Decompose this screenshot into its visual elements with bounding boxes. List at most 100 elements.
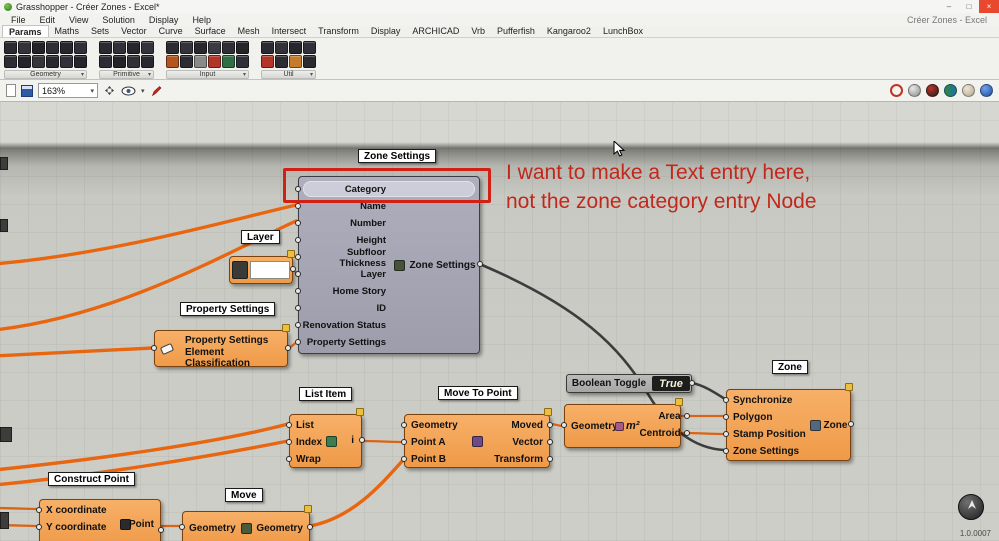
wire[interactable]	[0, 506, 40, 511]
param-row[interactable]: X coordinate	[36, 502, 114, 519]
component-icon[interactable]	[46, 41, 59, 54]
wire[interactable]	[360, 439, 405, 444]
param-row[interactable]: List	[286, 417, 330, 434]
ribbon-tab[interactable]: Mesh	[232, 25, 266, 37]
move-to-point-node[interactable]: Geometry Moved Point A Vector Point B Tr…	[401, 408, 553, 468]
input-port[interactable]	[179, 524, 185, 530]
group-label[interactable]: Geometry ▾	[4, 70, 87, 79]
component-icon[interactable]	[222, 55, 235, 68]
component-icon[interactable]	[60, 55, 73, 68]
menu-item[interactable]: Edit	[33, 15, 63, 25]
ribbon-tab[interactable]: ARCHICAD	[406, 25, 465, 37]
boolean-toggle-value[interactable]: True	[652, 376, 690, 391]
output-port[interactable]	[683, 412, 690, 419]
display-neutral-icon[interactable]	[962, 84, 975, 97]
component-icon[interactable]	[46, 55, 59, 68]
input-port[interactable]	[295, 321, 301, 328]
wire[interactable]	[0, 422, 290, 472]
ribbon-tab[interactable]: Maths	[49, 25, 86, 37]
input-port[interactable]	[286, 421, 292, 428]
menu-item[interactable]: Help	[185, 15, 218, 25]
component-icon[interactable]	[18, 55, 31, 68]
output-port[interactable]	[158, 527, 164, 533]
grasshopper-canvas[interactable]: Zone Settings Layer Property Settings Li…	[0, 102, 999, 541]
display-green-blue-icon[interactable]	[944, 84, 957, 97]
canvas-compass[interactable]	[958, 494, 984, 520]
output-port[interactable]	[307, 524, 313, 530]
menu-item[interactable]: View	[62, 15, 95, 25]
display-rendered-icon[interactable]	[926, 84, 939, 97]
param-row[interactable]: Synchronize	[723, 392, 807, 409]
output-port[interactable]	[689, 379, 695, 386]
move-to-point-tag[interactable]: Move To Point	[438, 386, 518, 400]
component-icon[interactable]	[194, 55, 207, 68]
output-port[interactable]	[547, 455, 553, 462]
input-port[interactable]	[295, 304, 301, 311]
annotation-text[interactable]: I want to make a Text entry here, not th…	[506, 158, 817, 216]
input-port[interactable]	[723, 396, 729, 403]
sketch-pen-icon[interactable]	[150, 85, 162, 97]
layer-tag[interactable]: Layer	[241, 230, 280, 244]
area-node[interactable]: Geometry m² Area Centroid	[561, 398, 690, 448]
warning-badge[interactable]	[304, 505, 312, 513]
ribbon-tab[interactable]: Sets	[85, 25, 115, 37]
component-icon[interactable]	[74, 41, 87, 54]
output-port[interactable]	[547, 438, 553, 445]
component-icon[interactable]	[303, 55, 316, 68]
ribbon-tab[interactable]: LunchBox	[597, 25, 649, 37]
param-row[interactable]: Subfloor Thickness	[295, 247, 391, 269]
move-tag[interactable]: Move	[225, 488, 263, 502]
display-shaded-icon[interactable]	[908, 84, 921, 97]
warning-badge[interactable]	[287, 250, 295, 258]
input-port[interactable]	[723, 447, 729, 454]
component-icon[interactable]	[180, 41, 193, 54]
component-icon[interactable]	[141, 41, 154, 54]
component-icon[interactable]	[208, 41, 221, 54]
component-icon[interactable]	[141, 55, 154, 68]
output-port[interactable]	[285, 344, 291, 351]
new-document-icon[interactable]	[6, 84, 16, 97]
chevron-down-icon[interactable]: ▾	[141, 87, 145, 95]
menu-item[interactable]: Display	[142, 15, 186, 25]
ribbon-tab[interactable]: Vrb	[465, 25, 491, 37]
layer-input-field[interactable]	[250, 261, 290, 279]
warning-badge[interactable]	[845, 383, 853, 391]
param-row[interactable]: ID	[295, 300, 391, 317]
component-icon[interactable]	[32, 55, 45, 68]
zone-node[interactable]: Synchronize Polygon Stamp Position Zone …	[723, 383, 854, 461]
param-row[interactable]: Wrap	[286, 451, 330, 468]
input-port[interactable]	[295, 219, 301, 226]
input-port[interactable]	[723, 430, 729, 437]
input-port[interactable]	[36, 506, 42, 513]
component-icon[interactable]	[74, 55, 87, 68]
component-icon[interactable]	[32, 41, 45, 54]
output-port[interactable]	[683, 429, 690, 436]
component-icon[interactable]	[99, 55, 112, 68]
ribbon-tab[interactable]: Display	[365, 25, 407, 37]
component-icon[interactable]	[236, 55, 249, 68]
group-label[interactable]: Util ▾	[261, 70, 316, 79]
ribbon-tab[interactable]: Transform	[312, 25, 365, 37]
component-icon[interactable]	[113, 55, 126, 68]
minimize-button[interactable]: –	[939, 0, 959, 13]
component-icon[interactable]	[275, 55, 288, 68]
component-icon[interactable]	[180, 55, 193, 68]
param-row[interactable]: Centroid	[639, 425, 690, 442]
output-port[interactable]	[290, 266, 296, 272]
component-icon[interactable]	[18, 41, 31, 54]
component-icon[interactable]	[4, 55, 17, 68]
component-icon[interactable]	[127, 55, 140, 68]
zoom-level-select[interactable]: 163% ▾	[38, 83, 98, 98]
component-icon[interactable]	[99, 41, 112, 54]
boolean-toggle-node[interactable]: Boolean Toggle True	[566, 374, 695, 393]
input-port[interactable]	[295, 202, 301, 209]
property-settings-node[interactable]: Property Settings Element Classification	[151, 324, 291, 369]
param-row[interactable]: Index	[286, 434, 330, 451]
param-row[interactable]: Property Settings	[295, 334, 391, 351]
input-port[interactable]	[295, 287, 301, 294]
group-label[interactable]: Input ▾	[166, 70, 249, 79]
input-port[interactable]	[295, 253, 301, 260]
ribbon-tab[interactable]: Pufferfish	[491, 25, 541, 37]
warning-badge[interactable]	[544, 408, 552, 416]
zoom-extents-icon[interactable]	[103, 84, 116, 97]
